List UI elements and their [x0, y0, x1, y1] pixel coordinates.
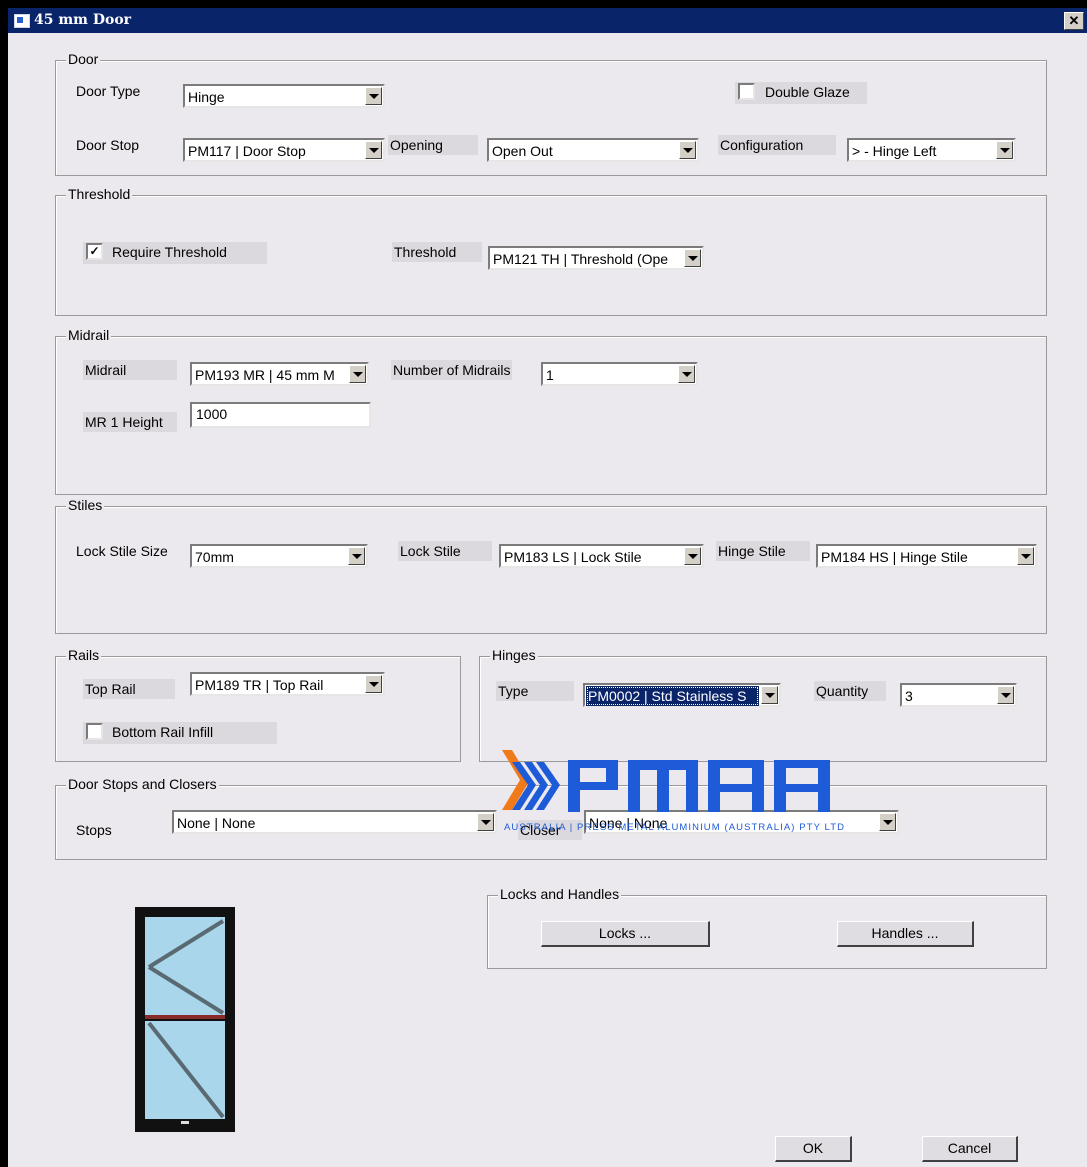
number-of-midrails-label: Number of Midrails: [391, 360, 513, 380]
door-stop-label: Door Stop: [76, 137, 140, 153]
lock-stile-combo[interactable]: PM183 LS | Lock Stile: [499, 544, 704, 568]
mr1-height-value: 1000: [196, 406, 228, 422]
quantity-combo[interactable]: 3: [900, 683, 1017, 707]
door-type-label: Door Type: [76, 83, 141, 99]
chevron-down-icon[interactable]: [349, 365, 366, 383]
chevron-down-icon[interactable]: [996, 141, 1013, 159]
chevron-down-icon[interactable]: [684, 249, 701, 267]
window-title: 45 mm Door: [34, 12, 132, 28]
stiles-group: Stiles: [55, 497, 1047, 634]
opening-combo[interactable]: Open Out: [487, 138, 699, 162]
hinges-group-legend: Hinges: [490, 647, 538, 663]
chevron-down-icon[interactable]: [365, 675, 382, 693]
lock-stile-label: Lock Stile: [398, 541, 492, 561]
quantity-label: Quantity: [814, 681, 886, 701]
chevron-down-icon[interactable]: [997, 686, 1014, 704]
bottom-rail-infill-checkbox[interactable]: [86, 723, 103, 740]
window-icon: [14, 14, 30, 28]
threshold-group-legend: Threshold: [66, 186, 133, 202]
stops-closers-group-legend: Door Stops and Closers: [66, 776, 219, 792]
stiles-group-legend: Stiles: [66, 497, 105, 513]
door-stop-combo[interactable]: PM117 | Door Stop: [183, 138, 385, 162]
hinge-stile-value: PM184 HS | Hinge Stile: [821, 549, 968, 565]
hinge-stile-label: Hinge Stile: [716, 541, 810, 561]
double-glaze-checkbox-area[interactable]: Double Glaze: [735, 82, 867, 104]
door-dialog: 45 mm Door ✕ Door Door Type Hinge Double…: [8, 8, 1087, 1167]
handles-button[interactable]: Handles ...: [837, 921, 974, 947]
pmaa-logo: AUSTRALIA | PRESS METAL ALUMINIUM (AUSTR…: [502, 750, 844, 833]
midrail-group-legend: Midrail: [66, 327, 112, 343]
door-stop-value: PM117 | Door Stop: [188, 143, 306, 159]
lock-stile-value: PM183 LS | Lock Stile: [504, 549, 642, 565]
top-rail-value: PM189 TR | Top Rail: [195, 677, 324, 693]
door-type-value: Hinge: [188, 89, 225, 105]
chevron-down-icon[interactable]: [365, 141, 382, 159]
opening-label: Opening: [388, 135, 478, 155]
double-glaze-checkbox[interactable]: [738, 83, 755, 100]
configuration-value: > - Hinge Left: [852, 143, 937, 159]
lock-stile-size-combo[interactable]: 70mm: [190, 544, 368, 568]
midrail-combo[interactable]: PM193 MR | 45 mm M: [190, 362, 369, 386]
stops-combo[interactable]: None | None: [172, 810, 497, 834]
hinge-type-value: PM0002 | Std Stainless S: [586, 686, 759, 706]
chevron-down-icon[interactable]: [679, 141, 696, 159]
quantity-value: 3: [905, 688, 913, 704]
threshold-label: Threshold: [392, 242, 482, 262]
chevron-down-icon[interactable]: [477, 813, 494, 831]
bottom-rail-infill-label: Bottom Rail Infill: [112, 724, 214, 740]
chevron-down-icon[interactable]: [348, 547, 365, 565]
rails-group-legend: Rails: [66, 647, 102, 663]
lock-stile-size-label: Lock Stile Size: [76, 543, 168, 559]
top-rail-label: Top Rail: [83, 679, 175, 699]
hinge-stile-combo[interactable]: PM184 HS | Hinge Stile: [816, 544, 1037, 568]
mr1-height-label: MR 1 Height: [83, 412, 177, 432]
top-rail-combo[interactable]: PM189 TR | Top Rail: [190, 672, 385, 696]
chevron-down-icon[interactable]: [1017, 547, 1034, 565]
hinge-type-combo[interactable]: PM0002 | Std Stainless S: [583, 683, 781, 707]
bottom-rail-infill-checkbox-area[interactable]: Bottom Rail Infill: [83, 722, 277, 744]
chevron-down-icon[interactable]: [761, 686, 778, 704]
locks-handles-group-legend: Locks and Handles: [498, 886, 622, 902]
locks-button[interactable]: Locks ...: [541, 921, 710, 947]
mr1-height-input[interactable]: 1000: [190, 402, 371, 428]
double-glaze-label: Double Glaze: [765, 84, 850, 100]
hinge-type-label: Type: [496, 681, 574, 701]
door-type-combo[interactable]: Hinge: [183, 84, 385, 108]
threshold-value: PM121 TH | Threshold (Ope: [493, 251, 669, 267]
title-bar: 45 mm Door ✕: [8, 8, 1087, 33]
number-of-midrails-value: 1: [546, 367, 554, 383]
lock-stile-size-value: 70mm: [195, 549, 234, 565]
ok-button[interactable]: OK: [775, 1136, 852, 1162]
chevron-down-icon[interactable]: [365, 87, 382, 105]
logo-tagline: AUSTRALIA | PRESS METAL ALUMINIUM (AUSTR…: [504, 822, 844, 833]
stops-value: None | None: [177, 815, 256, 831]
number-of-midrails-combo[interactable]: 1: [541, 362, 698, 386]
threshold-combo[interactable]: PM121 TH | Threshold (Ope: [488, 246, 704, 270]
require-threshold-label: Require Threshold: [112, 244, 227, 260]
opening-value: Open Out: [492, 143, 553, 159]
midrail-value: PM193 MR | 45 mm M: [195, 367, 335, 383]
midrail-label: Midrail: [83, 360, 177, 380]
cancel-button[interactable]: Cancel: [922, 1136, 1018, 1162]
chevron-down-icon[interactable]: [684, 547, 701, 565]
chevron-down-icon[interactable]: [879, 813, 896, 831]
require-threshold-checkbox[interactable]: ✓: [86, 243, 103, 260]
chevron-down-icon[interactable]: [678, 365, 695, 383]
stops-label: Stops: [76, 822, 112, 838]
close-button[interactable]: ✕: [1064, 12, 1084, 30]
require-threshold-checkbox-area[interactable]: ✓ Require Threshold: [83, 242, 267, 264]
configuration-label: Configuration: [718, 135, 836, 155]
configuration-combo[interactable]: > - Hinge Left: [847, 138, 1016, 162]
door-preview-image: [135, 907, 235, 1132]
door-group-legend: Door: [66, 51, 101, 67]
